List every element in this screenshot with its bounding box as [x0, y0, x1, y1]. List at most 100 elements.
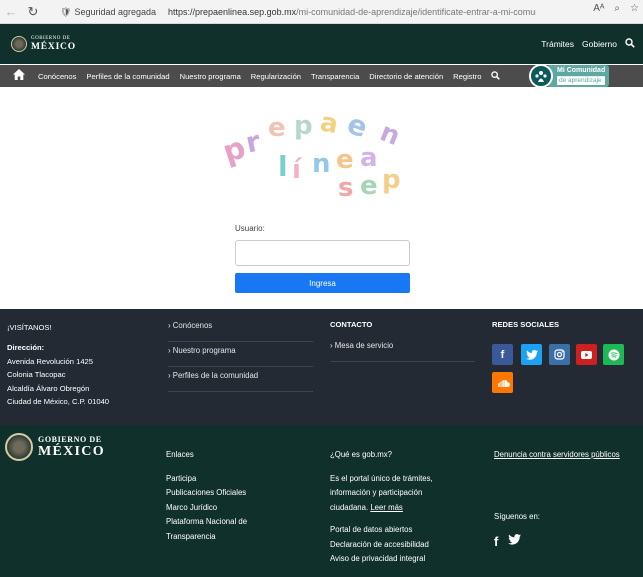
soundcloud-icon[interactable] — [492, 372, 513, 393]
nav-transparencia[interactable]: Transparencia — [311, 72, 359, 81]
footer-link[interactable]: › Nuestro programa — [168, 342, 313, 367]
twitter-icon[interactable] — [508, 532, 522, 550]
contact-title: CONTACTO — [330, 320, 373, 329]
url-path: /mi-comunidad-de-aprendizaje/identificat… — [296, 7, 536, 17]
svg-text:l: l — [278, 150, 288, 183]
address-bar[interactable]: 🛡 Seguridad agregada https://prepaenline… — [60, 3, 536, 21]
denuncia-link[interactable]: Denuncia contra servidores públicos — [494, 448, 620, 463]
browser-tools: Aᴬ ⌕ ☆ — [593, 3, 639, 14]
youtube-icon[interactable] — [576, 344, 597, 365]
svg-text:e: e — [268, 113, 286, 143]
badge-line2: de aprendizaje — [557, 76, 606, 85]
badge-line1: Mi Comunidad — [557, 67, 606, 74]
browser-toolbar: ← ↻ 🛡 Seguridad agregada https://prepaen… — [0, 0, 643, 24]
marco-juridico-link[interactable]: Marco Jurídico — [166, 501, 247, 516]
spotify-icon[interactable] — [603, 344, 624, 365]
plataforma-link[interactable]: Plataforma Nacional de — [166, 515, 247, 530]
datos-abiertos-link[interactable]: Portal de datos abiertos — [330, 523, 433, 538]
national-seal-icon — [11, 36, 27, 52]
enlaces-title: Enlaces — [166, 450, 194, 459]
top-nav: Trámites Gobierno — [541, 38, 635, 50]
mi-comunidad-button[interactable]: Mi Comunidad de aprendizaje — [529, 62, 633, 90]
nav-regularizacion[interactable]: Regularización — [251, 72, 301, 81]
svg-text:e: e — [343, 107, 371, 144]
nav-search-icon[interactable] — [491, 70, 501, 82]
lock-icon: 🛡 — [60, 6, 72, 17]
back-arrow-icon[interactable]: ← — [0, 1, 22, 23]
address-line: Colonia Tlacopac — [7, 370, 66, 379]
privacidad-link[interactable]: Aviso de privacidad integral — [330, 552, 433, 567]
footer-logo-small: GOBIERNO DE — [38, 435, 102, 444]
svg-text:p: p — [382, 165, 401, 195]
follow-label: Síguenos en: — [494, 511, 540, 521]
nav-directorio[interactable]: Directorio de atención — [369, 72, 443, 81]
address-line: Avenida Revolución 1425 — [7, 356, 93, 366]
nav-perfiles[interactable]: Perfiles de la comunidad — [86, 72, 169, 81]
url-host: https://prepaenlinea.sep.gob.mx — [168, 7, 297, 17]
svg-text:n: n — [312, 149, 331, 179]
nav-conocenos[interactable]: Conócenos — [38, 72, 76, 81]
magnifier-icon[interactable]: ⌕ — [614, 3, 620, 14]
enlaces-column: Enlaces Participa Publicaciones Oficiale… — [166, 448, 247, 544]
contact-column: CONTACTO › Mesa de servicio — [330, 320, 475, 362]
what-title: ¿Qué es gob.mx? — [330, 450, 392, 459]
ingresa-button[interactable]: Ingresa — [235, 273, 410, 293]
footer-bottom: GOBIERNO DE MÉXICO Enlaces Participa Pub… — [0, 425, 643, 577]
star-icon[interactable]: ☆ — [630, 3, 639, 14]
social-title: REDES SOCIALES — [492, 320, 560, 329]
svg-text:a: a — [318, 108, 340, 141]
visit-title: ¡VISÍTANOS! — [7, 323, 52, 332]
instagram-icon[interactable] — [549, 344, 570, 365]
gobierno-link[interactable]: Gobierno — [582, 39, 617, 49]
facebook-icon[interactable]: f — [492, 344, 513, 365]
security-label: Seguridad agregada — [74, 7, 157, 17]
svg-text:n: n — [376, 117, 404, 152]
what-text: Es el portal único de trámites, — [330, 473, 433, 483]
read-aloud-icon[interactable]: Aᴬ — [593, 3, 604, 14]
plataforma-link-cont[interactable]: Transparencia — [166, 530, 247, 545]
footer-link[interactable]: › Perfiles de la comunidad — [168, 367, 313, 392]
search-icon[interactable] — [625, 38, 635, 50]
gobmx-column: ¿Qué es gob.mx? Es el portal único de tr… — [330, 448, 433, 567]
tramites-link[interactable]: Trámites — [541, 39, 574, 49]
svg-text:e: e — [336, 145, 354, 175]
user-input[interactable] — [235, 240, 410, 266]
social-title-wrap: REDES SOCIALES — [492, 320, 559, 329]
logo-big-text: MÉXICO — [31, 42, 76, 52]
login-form: Usuario: Ingresa — [235, 224, 410, 293]
national-seal-icon — [5, 433, 33, 461]
footer-top: ¡VISÍTANOS! Dirección: Avenida Revolució… — [0, 309, 643, 425]
prepa-en-linea-logo-illustration: p r e p a e n l í n e a s e p — [220, 107, 404, 198]
page: ← ↻ 🛡 Seguridad agregada https://prepaen… — [0, 0, 643, 577]
facebook-icon[interactable]: f — [494, 534, 498, 549]
what-text: información y participación — [330, 488, 423, 497]
publicaciones-link[interactable]: Publicaciones Oficiales — [166, 486, 247, 501]
denuncia-column: Denuncia contra servidores públicos Sígu… — [494, 448, 620, 550]
twitter-icon[interactable] — [521, 344, 542, 365]
address-line: Alcaldía Álvaro Obregón — [7, 383, 90, 393]
svg-text:s: s — [338, 173, 353, 198]
svg-text:p: p — [294, 111, 313, 141]
gobierno-logo[interactable]: GOBIERNO DE MÉXICO — [11, 36, 76, 52]
community-people-icon — [529, 64, 553, 88]
reload-icon[interactable]: ↻ — [22, 1, 44, 23]
svg-text:í: í — [292, 155, 303, 185]
footer-link[interactable]: › Conócenos — [168, 317, 313, 342]
address-line: Ciudad de México, C.P. 01040 — [7, 397, 110, 406]
footer-gobierno-logo[interactable]: GOBIERNO DE MÉXICO — [5, 433, 105, 461]
gov-header: GOBIERNO DE MÉXICO Trámites Gobierno — [0, 24, 643, 64]
home-icon[interactable] — [13, 69, 33, 83]
svg-text:e: e — [360, 171, 378, 198]
nav-registro[interactable]: Registro — [453, 72, 481, 81]
svg-text:a: a — [360, 143, 378, 173]
leer-mas-link[interactable]: Leer más — [370, 503, 403, 512]
address-title: Dirección: — [7, 342, 45, 352]
footer-logo-big: MÉXICO — [38, 444, 105, 459]
nav-nuestro-programa[interactable]: Nuestro programa — [180, 72, 241, 81]
user-label: Usuario: — [235, 224, 265, 233]
footer-links-column: › Conócenos › Nuestro programa › Perfile… — [168, 317, 313, 392]
mesa-de-servicio-link[interactable]: › Mesa de servicio — [330, 337, 475, 362]
participa-link[interactable]: Participa — [166, 472, 247, 487]
what-text: ciudadana. — [330, 502, 369, 512]
accesibilidad-link[interactable]: Declaración de accesibilidad — [330, 538, 433, 553]
